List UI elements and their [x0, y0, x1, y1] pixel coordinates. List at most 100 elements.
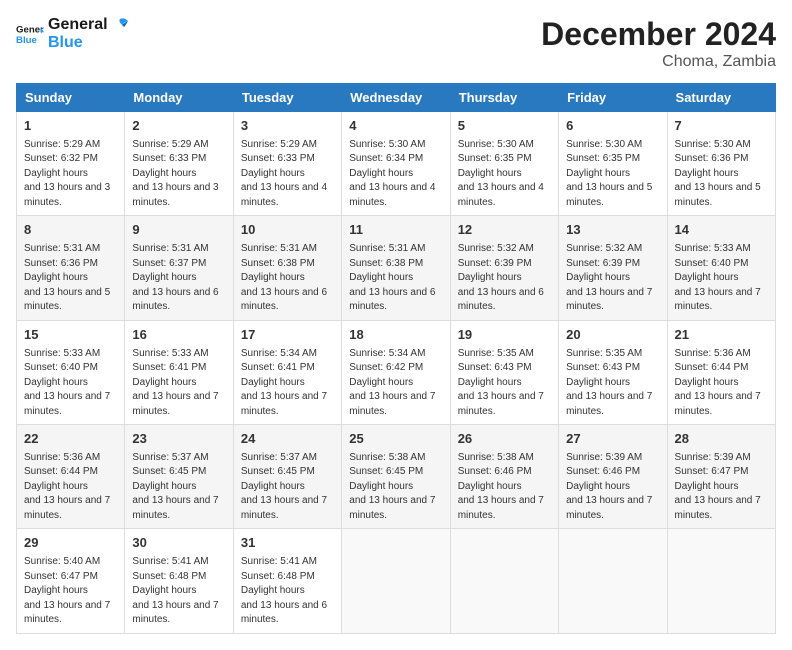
- calendar-cell: 19 Sunrise: 5:35 AMSunset: 6:43 PMDayligh…: [450, 320, 558, 424]
- day-info: Sunrise: 5:30 AMSunset: 6:36 PMDaylight …: [675, 138, 768, 211]
- svg-text:Blue: Blue: [16, 35, 37, 46]
- day-info: Sunrise: 5:31 AMSunset: 6:37 PMDaylight …: [132, 242, 225, 315]
- day-info: Sunrise: 5:31 AMSunset: 6:38 PMDaylight …: [349, 242, 442, 315]
- calendar-cell: 27 Sunrise: 5:39 AMSunset: 6:46 PMDayligh…: [559, 425, 667, 529]
- calendar-cell: 13 Sunrise: 5:32 AMSunset: 6:39 PMDayligh…: [559, 216, 667, 320]
- calendar-cell: 22Sunrise: 5:36 AMSunset: 6:44 PMDayligh…: [17, 425, 125, 529]
- day-info: Sunrise: 5:37 AMSunset: 6:45 PMDaylight …: [132, 451, 225, 524]
- calendar-cell: 30Sunrise: 5:41 AMSunset: 6:48 PMDayligh…: [125, 529, 233, 633]
- col-header-monday: Monday: [125, 84, 233, 112]
- day-number: 10: [241, 221, 334, 240]
- logo-bird-icon: [110, 17, 128, 33]
- calendar-week-5: 29 Sunrise: 5:40 AMSunset: 6:47 PMDayligh…: [17, 529, 776, 633]
- calendar-week-3: 15Sunrise: 5:33 AMSunset: 6:40 PMDayligh…: [17, 320, 776, 424]
- col-header-friday: Friday: [559, 84, 667, 112]
- day-info: Sunrise: 5:33 AMSunset: 6:41 PMDaylight …: [132, 347, 225, 420]
- calendar-cell: 18 Sunrise: 5:34 AMSunset: 6:42 PMDayligh…: [342, 320, 450, 424]
- day-number: 8: [24, 221, 117, 240]
- day-number: 4: [349, 117, 442, 136]
- col-header-saturday: Saturday: [667, 84, 775, 112]
- svg-text:General: General: [16, 25, 44, 36]
- day-info: Sunrise: 5:33 AMSunset: 6:40 PMDaylight …: [24, 347, 117, 420]
- day-info: Sunrise: 5:29 AMSunset: 6:33 PMDaylight …: [132, 138, 225, 211]
- calendar-cell: 14 Sunrise: 5:33 AMSunset: 6:40 PMDayligh…: [667, 216, 775, 320]
- calendar-cell: 4 Sunrise: 5:30 AMSunset: 6:34 PMDaylight…: [342, 112, 450, 216]
- day-info: Sunrise: 5:29 AMSunset: 6:33 PMDaylight …: [241, 138, 334, 211]
- logo-icon: General Blue: [16, 20, 44, 48]
- col-header-wednesday: Wednesday: [342, 84, 450, 112]
- calendar-cell: 3 Sunrise: 5:29 AMSunset: 6:33 PMDaylight…: [233, 112, 341, 216]
- day-number: 31: [241, 534, 334, 553]
- day-info: Sunrise: 5:34 AMSunset: 6:41 PMDaylight …: [241, 347, 334, 420]
- day-info: Sunrise: 5:39 AMSunset: 6:46 PMDaylight …: [566, 451, 659, 524]
- calendar-cell: 20Sunrise: 5:35 AMSunset: 6:43 PMDayligh…: [559, 320, 667, 424]
- calendar-cell: 7Sunrise: 5:30 AMSunset: 6:36 PMDaylight…: [667, 112, 775, 216]
- day-info: Sunrise: 5:30 AMSunset: 6:35 PMDaylight …: [566, 138, 659, 211]
- day-number: 19: [458, 326, 551, 345]
- location: Choma, Zambia: [541, 53, 776, 71]
- day-number: 21: [675, 326, 768, 345]
- day-number: 17: [241, 326, 334, 345]
- logo-blue: Blue: [48, 34, 128, 52]
- calendar-cell: 21Sunrise: 5:36 AMSunset: 6:44 PMDayligh…: [667, 320, 775, 424]
- calendar-cell: 15Sunrise: 5:33 AMSunset: 6:40 PMDayligh…: [17, 320, 125, 424]
- logo-general: General: [48, 16, 108, 34]
- logo: General Blue General Blue General Blue: [16, 16, 128, 53]
- day-number: 6: [566, 117, 659, 136]
- day-number: 25: [349, 430, 442, 449]
- calendar-cell: [450, 529, 558, 633]
- day-number: 16: [132, 326, 225, 345]
- day-number: 11: [349, 221, 442, 240]
- day-number: 18: [349, 326, 442, 345]
- day-info: Sunrise: 5:29 AMSunset: 6:32 PMDaylight …: [24, 138, 117, 211]
- calendar-week-4: 22Sunrise: 5:36 AMSunset: 6:44 PMDayligh…: [17, 425, 776, 529]
- day-number: 27: [566, 430, 659, 449]
- day-number: 14: [675, 221, 768, 240]
- calendar-body: 1 Sunrise: 5:29 AMSunset: 6:32 PMDaylight…: [17, 112, 776, 634]
- day-info: Sunrise: 5:39 AMSunset: 6:47 PMDaylight …: [675, 451, 768, 524]
- day-number: 3: [241, 117, 334, 136]
- calendar-week-2: 8Sunrise: 5:31 AMSunset: 6:36 PMDaylight…: [17, 216, 776, 320]
- calendar-week-1: 1 Sunrise: 5:29 AMSunset: 6:32 PMDaylight…: [17, 112, 776, 216]
- calendar-header-row: SundayMondayTuesdayWednesdayThursdayFrid…: [17, 84, 776, 112]
- calendar-cell: 23 Sunrise: 5:37 AMSunset: 6:45 PMDayligh…: [125, 425, 233, 529]
- calendar-cell: 1 Sunrise: 5:29 AMSunset: 6:32 PMDaylight…: [17, 112, 125, 216]
- col-header-sunday: Sunday: [17, 84, 125, 112]
- day-info: Sunrise: 5:33 AMSunset: 6:40 PMDaylight …: [675, 242, 768, 315]
- day-info: Sunrise: 5:32 AMSunset: 6:39 PMDaylight …: [458, 242, 551, 315]
- day-info: Sunrise: 5:32 AMSunset: 6:39 PMDaylight …: [566, 242, 659, 315]
- day-info: Sunrise: 5:35 AMSunset: 6:43 PMDaylight …: [458, 347, 551, 420]
- day-info: Sunrise: 5:30 AMSunset: 6:34 PMDaylight …: [349, 138, 442, 211]
- title-block: December 2024 Choma, Zambia: [541, 16, 776, 71]
- calendar-cell: 9 Sunrise: 5:31 AMSunset: 6:37 PMDaylight…: [125, 216, 233, 320]
- calendar-cell: 8Sunrise: 5:31 AMSunset: 6:36 PMDaylight…: [17, 216, 125, 320]
- day-number: 5: [458, 117, 551, 136]
- day-number: 13: [566, 221, 659, 240]
- day-number: 23: [132, 430, 225, 449]
- day-info: Sunrise: 5:30 AMSunset: 6:35 PMDaylight …: [458, 138, 551, 211]
- day-number: 30: [132, 534, 225, 553]
- calendar-table: SundayMondayTuesdayWednesdayThursdayFrid…: [16, 83, 776, 634]
- calendar-cell: [559, 529, 667, 633]
- calendar-cell: 25Sunrise: 5:38 AMSunset: 6:45 PMDayligh…: [342, 425, 450, 529]
- day-number: 2: [132, 117, 225, 136]
- page-header: General Blue General Blue General Blue D…: [16, 16, 776, 71]
- calendar-cell: 28Sunrise: 5:39 AMSunset: 6:47 PMDayligh…: [667, 425, 775, 529]
- calendar-cell: [667, 529, 775, 633]
- day-number: 29: [24, 534, 117, 553]
- day-info: Sunrise: 5:34 AMSunset: 6:42 PMDaylight …: [349, 347, 442, 420]
- day-info: Sunrise: 5:41 AMSunset: 6:48 PMDaylight …: [241, 555, 334, 628]
- day-info: Sunrise: 5:36 AMSunset: 6:44 PMDaylight …: [24, 451, 117, 524]
- day-number: 1: [24, 117, 117, 136]
- calendar-cell: 16 Sunrise: 5:33 AMSunset: 6:41 PMDayligh…: [125, 320, 233, 424]
- col-header-tuesday: Tuesday: [233, 84, 341, 112]
- day-info: Sunrise: 5:40 AMSunset: 6:47 PMDaylight …: [24, 555, 117, 628]
- month-title: December 2024: [541, 16, 776, 53]
- day-info: Sunrise: 5:37 AMSunset: 6:45 PMDaylight …: [241, 451, 334, 524]
- calendar-cell: 31 Sunrise: 5:41 AMSunset: 6:48 PMDayligh…: [233, 529, 341, 633]
- day-number: 12: [458, 221, 551, 240]
- day-info: Sunrise: 5:38 AMSunset: 6:46 PMDaylight …: [458, 451, 551, 524]
- day-number: 20: [566, 326, 659, 345]
- day-info: Sunrise: 5:31 AMSunset: 6:38 PMDaylight …: [241, 242, 334, 315]
- day-number: 9: [132, 221, 225, 240]
